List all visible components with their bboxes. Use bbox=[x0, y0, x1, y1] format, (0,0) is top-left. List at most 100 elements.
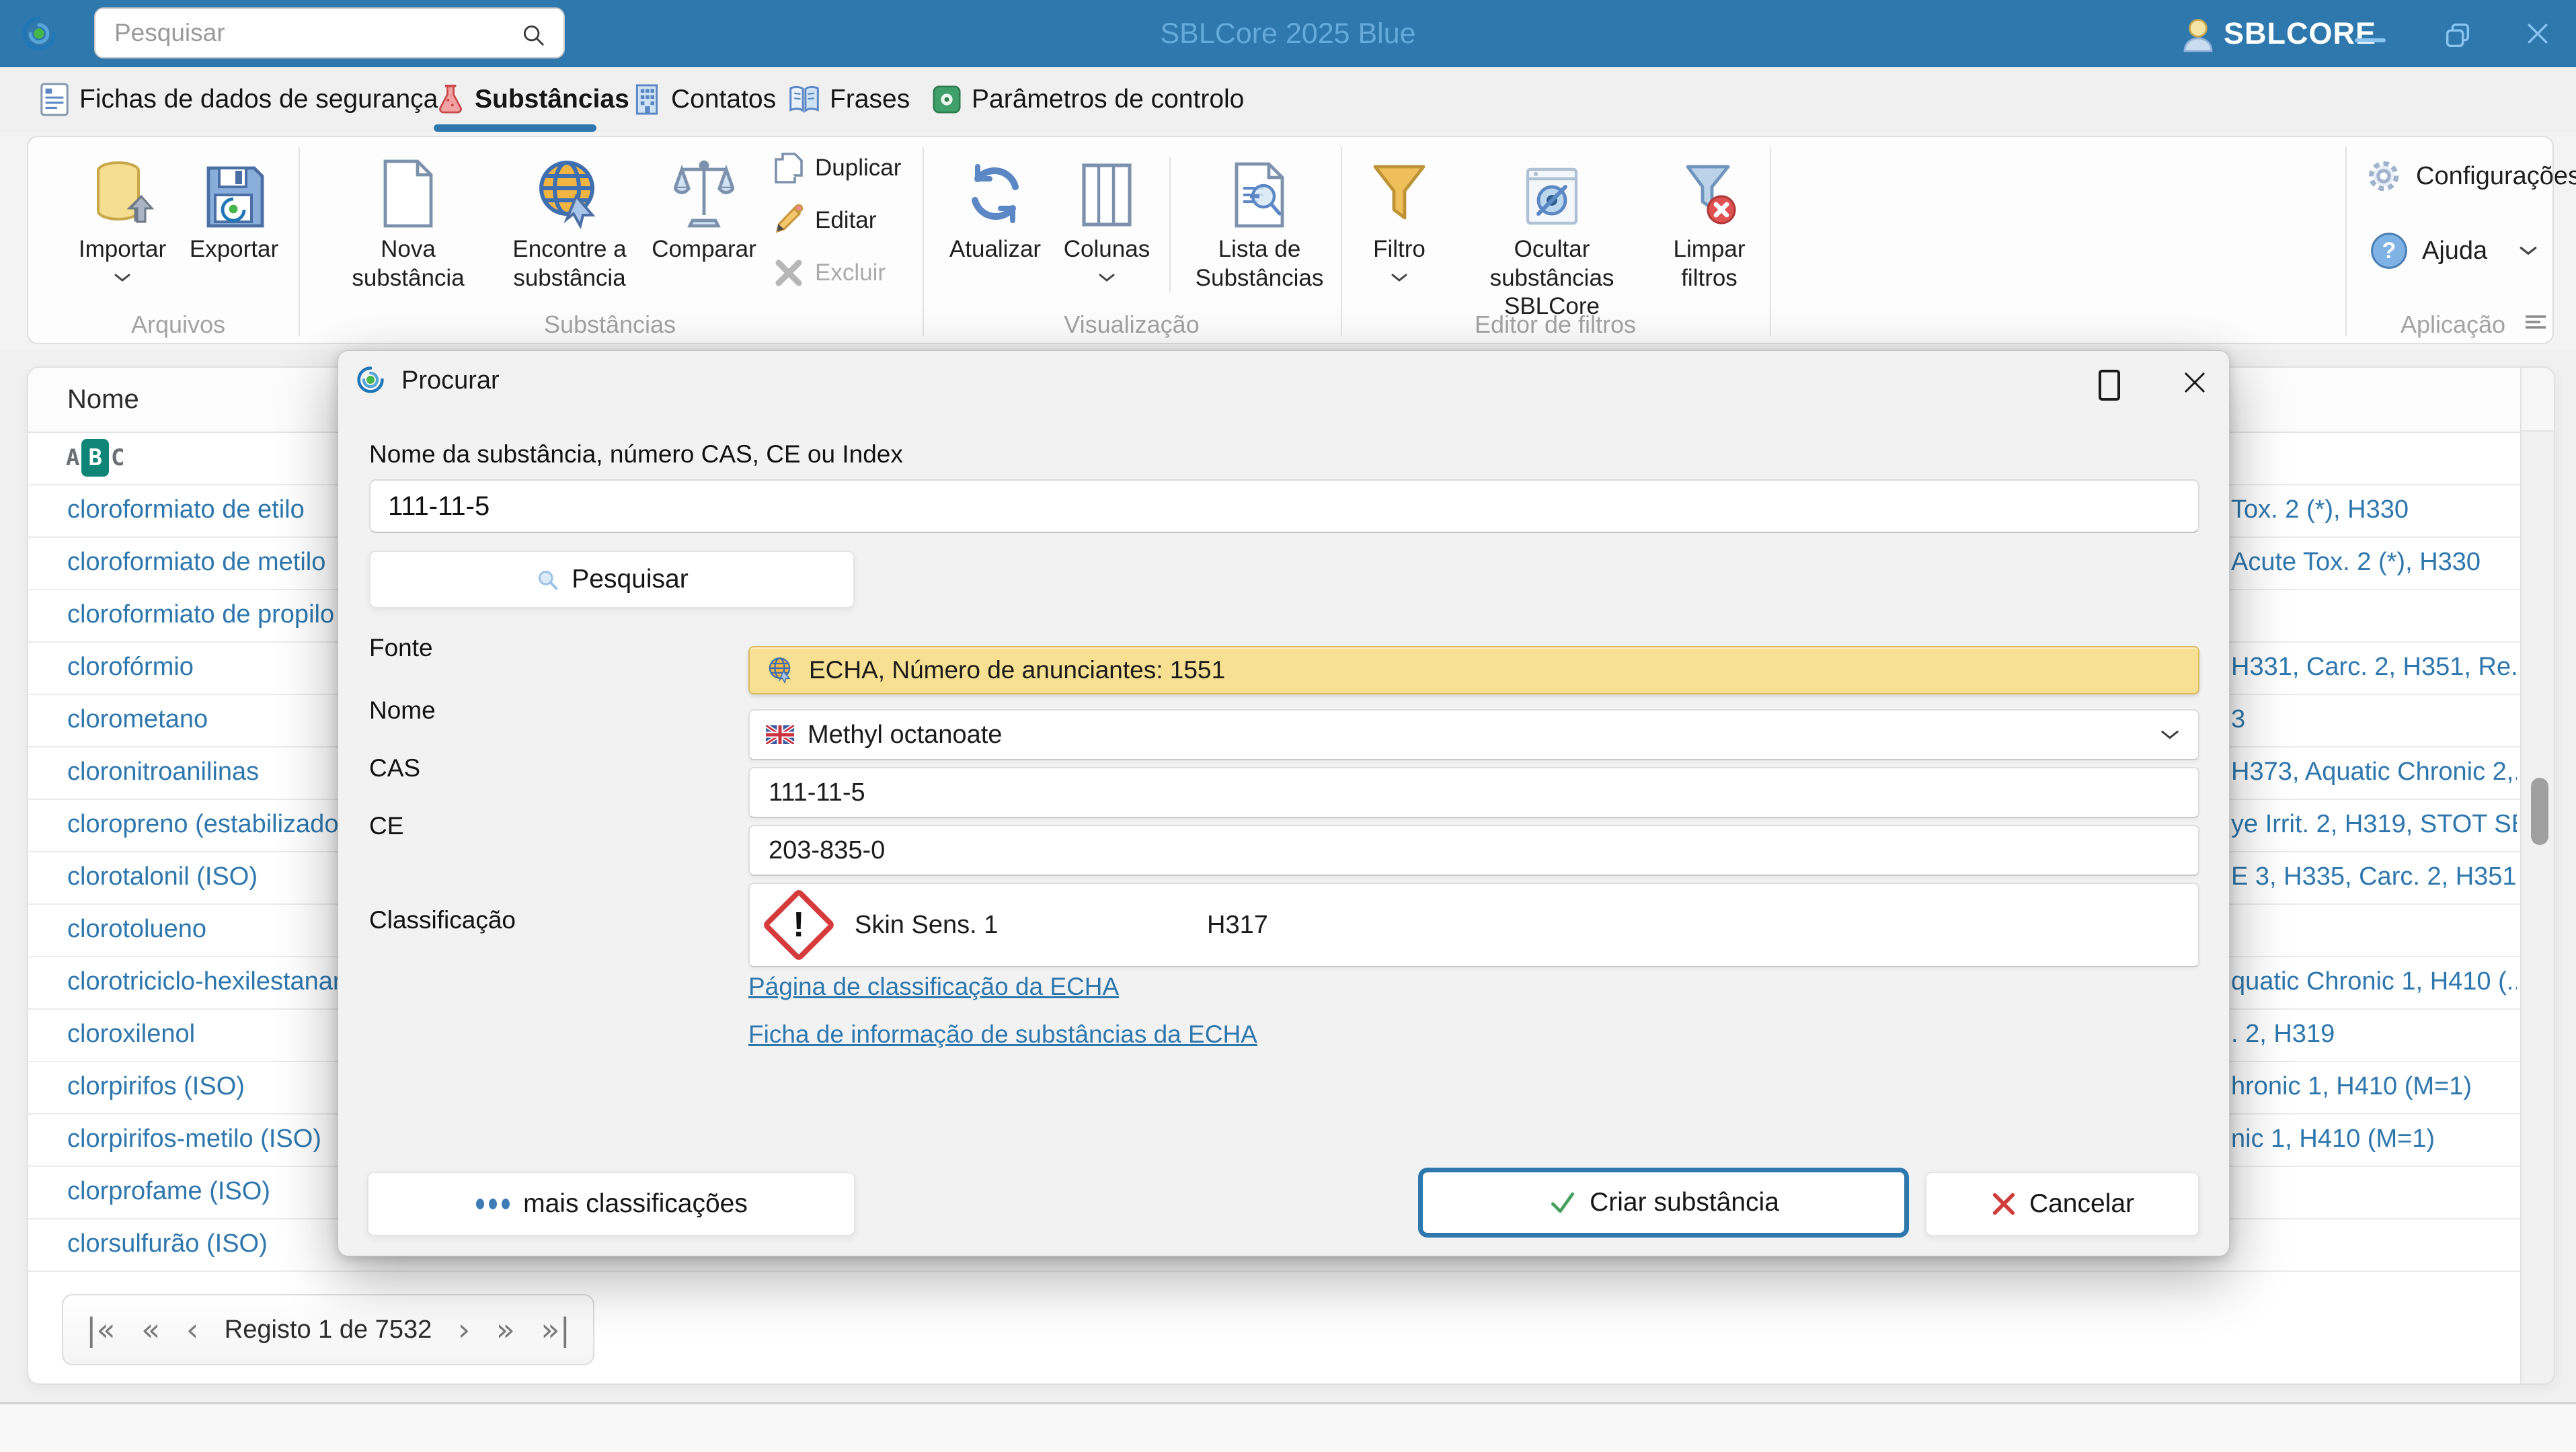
tab-frases[interactable]: Frases bbox=[788, 77, 910, 122]
account-avatar-icon[interactable] bbox=[2181, 16, 2216, 52]
delete-x-icon bbox=[773, 257, 804, 288]
echa-classification-link[interactable]: Página de classificação da ECHA bbox=[748, 973, 1119, 1001]
duplicate-icon bbox=[773, 151, 804, 185]
record-counter: Registo 1 de 7532 bbox=[224, 1315, 432, 1344]
export-button[interactable]: Exportar bbox=[182, 144, 286, 264]
new-document-icon bbox=[380, 144, 436, 229]
delete-button[interactable]: Excluir bbox=[773, 251, 918, 294]
refresh-button[interactable]: Atualizar bbox=[940, 144, 1050, 264]
filter-button[interactable]: Filtro bbox=[1354, 144, 1444, 283]
first-page-button[interactable]: |« bbox=[86, 1312, 116, 1348]
book-icon bbox=[788, 83, 820, 116]
cancel-button[interactable]: Cancelar bbox=[1925, 1172, 2199, 1236]
query-field[interactable] bbox=[369, 479, 2199, 533]
tab-parametros[interactable]: Parâmetros de controlo bbox=[931, 77, 1244, 122]
tab-label: Contatos bbox=[671, 85, 777, 114]
chevron-down-icon bbox=[113, 272, 132, 283]
classification-cell: nic 1, H410 (M=1) bbox=[2231, 1125, 2435, 1153]
settings-label: Configurações bbox=[2416, 161, 2576, 190]
more-dots-icon bbox=[475, 1195, 511, 1213]
create-substance-button[interactable]: Criar substância bbox=[1418, 1168, 1909, 1238]
tab-label: Fichas de dados de segurança bbox=[79, 85, 438, 114]
close-dialog-icon[interactable] bbox=[2181, 368, 2209, 397]
classification-label: Classificação bbox=[369, 906, 516, 934]
ribbon-card: Importar Exportar Arquivos Nova substânc… bbox=[27, 136, 2576, 344]
substance-small-actions: Duplicar Editar Excluir bbox=[773, 147, 918, 294]
account-name[interactable]: SBLCORE bbox=[2224, 0, 2376, 67]
building-icon bbox=[632, 82, 662, 117]
classification-cell bbox=[2231, 1166, 2517, 1217]
classification-cell: H373, Aquatic Chronic 2,... bbox=[2231, 758, 2517, 786]
edit-button[interactable]: Editar bbox=[773, 199, 918, 242]
columns-label: Colunas bbox=[1063, 236, 1150, 262]
echa-infocard-link[interactable]: Ficha de informação de substâncias da EC… bbox=[748, 1020, 1257, 1049]
global-search-box[interactable] bbox=[94, 7, 565, 58]
abc-filter-icon[interactable]: ABC bbox=[66, 439, 124, 477]
columns-button[interactable]: Colunas bbox=[1056, 144, 1158, 283]
more-classifications-button[interactable]: mais classificações bbox=[367, 1172, 855, 1236]
duplicate-button[interactable]: Duplicar bbox=[773, 147, 918, 190]
ce-value: 203-835-0 bbox=[769, 836, 886, 864]
help-label: Ajuda bbox=[2422, 236, 2488, 265]
minimize-icon[interactable] bbox=[2355, 38, 2386, 42]
substance-list-label: Lista de Substâncias bbox=[1195, 236, 1324, 291]
maximize-dialog-icon[interactable] bbox=[2099, 370, 2120, 401]
settings-button[interactable]: Configurações bbox=[2365, 157, 2576, 195]
import-button[interactable]: Importar bbox=[70, 144, 175, 283]
pencil-icon bbox=[773, 204, 804, 237]
group-label-substancias: Substâncias bbox=[543, 311, 676, 338]
classification-cell: quatic Chronic 1, H410 (... bbox=[2231, 967, 2517, 996]
scrollbar-thumb[interactable] bbox=[2531, 778, 2548, 845]
classification-cell bbox=[2231, 589, 2517, 640]
dialog-logo-icon bbox=[356, 365, 385, 395]
uk-flag-icon bbox=[766, 725, 794, 744]
hide-sblcore-substances-button[interactable]: Ocultar substâncias SBLCore bbox=[1458, 144, 1646, 321]
fonte-value: ECHA, Número de anunciantes: 1551 bbox=[809, 656, 1226, 684]
group-separator bbox=[1770, 147, 1771, 336]
ce-field[interactable]: 203-835-0 bbox=[748, 825, 2199, 876]
ribbon-toolbar: Importar Exportar Arquivos Nova substânc… bbox=[0, 132, 2576, 350]
prev-page-button[interactable]: ‹ bbox=[186, 1312, 198, 1348]
clear-filters-button[interactable]: Limpar filtros bbox=[1653, 144, 1766, 292]
minor-separator bbox=[1169, 157, 1171, 292]
fonte-field[interactable]: ECHA, Número de anunciantes: 1551 bbox=[748, 646, 2199, 694]
last-page-button[interactable]: »| bbox=[541, 1312, 570, 1348]
next-page-button[interactable]: › bbox=[458, 1312, 470, 1348]
query-input[interactable] bbox=[370, 481, 2198, 532]
classification-cell: ye Irrit. 2, H319, STOT SE... bbox=[2231, 810, 2517, 838]
status-strip bbox=[0, 1404, 2576, 1452]
tab-fichas-de-dados[interactable]: Fichas de dados de segurança bbox=[39, 77, 438, 122]
fast-prev-button[interactable]: « bbox=[141, 1312, 160, 1348]
restore-window-icon[interactable] bbox=[2442, 20, 2473, 51]
query-label: Nome da substância, número CAS, CE ou In… bbox=[369, 440, 903, 468]
tab-substancias[interactable]: Substâncias bbox=[436, 77, 629, 122]
fonte-label: Fonte bbox=[369, 634, 433, 661]
cas-field[interactable]: 111-11-5 bbox=[748, 767, 2199, 818]
tab-contatos[interactable]: Contatos bbox=[632, 77, 776, 122]
nome-value: Methyl octanoate bbox=[808, 720, 1003, 749]
new-substance-button[interactable]: Nova substância bbox=[334, 144, 482, 292]
substance-list-button[interactable]: Lista de Substâncias bbox=[1189, 144, 1330, 292]
scrollbar-header-corner bbox=[2522, 368, 2554, 432]
close-window-icon[interactable] bbox=[2523, 19, 2552, 48]
group-label-aplicacao: Aplicação bbox=[2400, 311, 2506, 338]
dialog-search-button[interactable]: Pesquisar bbox=[369, 551, 855, 608]
global-search-input[interactable] bbox=[95, 18, 563, 48]
fast-next-button[interactable]: » bbox=[496, 1312, 515, 1348]
group-label-filtros: Editor de filtros bbox=[1474, 311, 1637, 338]
vertical-scrollbar[interactable] bbox=[2520, 368, 2554, 1383]
filter-label: Filtro bbox=[1373, 236, 1426, 262]
search-icon[interactable] bbox=[520, 22, 546, 48]
main-tab-bar: Fichas de dados de segurança Substâncias… bbox=[0, 67, 2576, 132]
find-substance-button[interactable]: Encontre a substância bbox=[492, 144, 647, 292]
help-button[interactable]: ? Ajuda bbox=[2370, 231, 2538, 270]
classification-cell: 3 bbox=[2231, 705, 2246, 733]
group-label-arquivos: Arquivos bbox=[130, 311, 226, 338]
columns-icon bbox=[1080, 144, 1134, 229]
chevron-down-icon[interactable] bbox=[2159, 729, 2181, 741]
compare-button[interactable]: Comparar bbox=[643, 144, 765, 264]
search-icon bbox=[535, 567, 559, 592]
group-options-icon[interactable] bbox=[2524, 313, 2547, 331]
flask-icon bbox=[436, 82, 465, 117]
nome-dropdown[interactable]: Methyl octanoate bbox=[748, 709, 2199, 760]
